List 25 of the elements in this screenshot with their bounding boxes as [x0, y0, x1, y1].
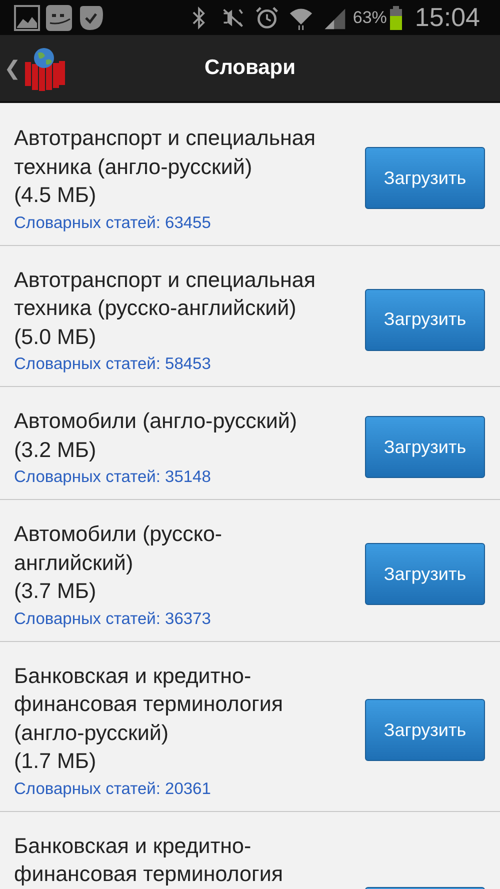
message-icon — [46, 4, 72, 30]
battery-icon — [388, 4, 403, 30]
dictionary-title: Автотранспорт и специальная техника (англо-русский) (4.5 МБ) — [14, 125, 316, 209]
clock: 15:04 — [414, 2, 480, 33]
dictionary-title: Автомобили (русско- английский) (3.7 МБ) — [14, 521, 222, 605]
battery-percentage: 63% — [352, 8, 387, 28]
dictionary-title: Автомобили (англо-русский) (3.2 МБ) — [14, 408, 298, 464]
screen-title: Словари — [204, 56, 296, 80]
image-icon — [14, 4, 40, 30]
dictionary-title: Автотранспорт и специальная техника (русско-английский) (5.0 МБ) — [14, 266, 316, 350]
entry-count: Словарных статей: 63455 — [14, 214, 212, 232]
dictionary-title: Банковская и кредитно- финансовая терминология — [14, 832, 284, 888]
download-button[interactable]: Загрузить — [365, 699, 485, 761]
dictionary-title: Банковская и кредитно- финансовая терминология (англо-русский) (1.7 МБ) — [14, 662, 284, 775]
check-icon — [78, 4, 104, 30]
download-button[interactable]: Загрузить — [365, 543, 485, 606]
entry-count: Словарных статей: 58453 — [14, 355, 212, 374]
download-button[interactable]: Загрузить — [365, 147, 485, 210]
entry-count: Словарных статей: 20361 — [14, 780, 212, 798]
download-button[interactable]: Загрузить — [365, 416, 485, 478]
entry-count: Словарных статей: 36373 — [14, 610, 212, 628]
alarm-icon — [254, 6, 279, 30]
entry-count: Словарных статей: 35148 — [14, 468, 212, 487]
back-button[interactable]: ❮ — [4, 56, 21, 80]
download-button[interactable]: Загрузить — [365, 288, 485, 351]
